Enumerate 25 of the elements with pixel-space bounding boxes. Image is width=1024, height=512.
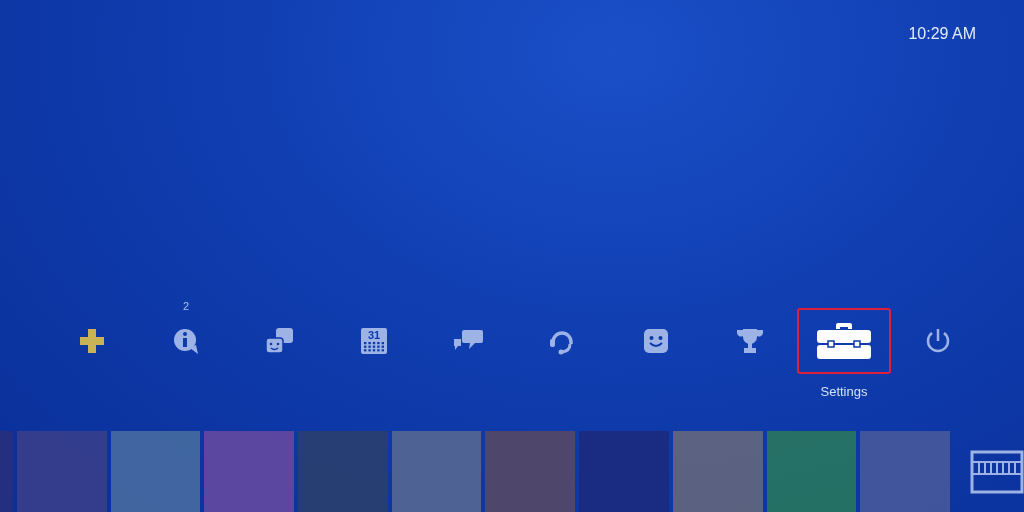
game-tile[interactable] (391, 431, 482, 512)
game-tile[interactable] (579, 431, 669, 512)
calendar-icon: 31 (360, 327, 388, 355)
info-icon (172, 327, 200, 355)
game-tile[interactable] (860, 431, 950, 512)
library-icon[interactable] (970, 449, 1024, 494)
plus-icon (77, 326, 107, 356)
power-icon (924, 327, 952, 355)
notification-count: 2 (182, 299, 190, 314)
function-bar-item[interactable] (797, 308, 891, 374)
clock-time: 10:29 AM (908, 24, 976, 44)
game-tile[interactable] (204, 431, 295, 512)
toolbox-icon (816, 322, 872, 360)
item-label: Settings (820, 383, 868, 401)
game-tile[interactable] (110, 431, 201, 512)
trophy-icon (736, 328, 764, 354)
smiley-faces-icon (265, 327, 295, 355)
smiley-face-icon (643, 328, 669, 354)
function-bar-item[interactable]: 31 (327, 308, 421, 374)
game-tile[interactable] (0, 431, 13, 512)
game-tile[interactable] (766, 431, 857, 512)
game-tile[interactable] (672, 431, 763, 512)
game-tile[interactable] (298, 431, 388, 512)
game-tile[interactable] (16, 431, 107, 512)
game-tile[interactable] (485, 431, 576, 512)
